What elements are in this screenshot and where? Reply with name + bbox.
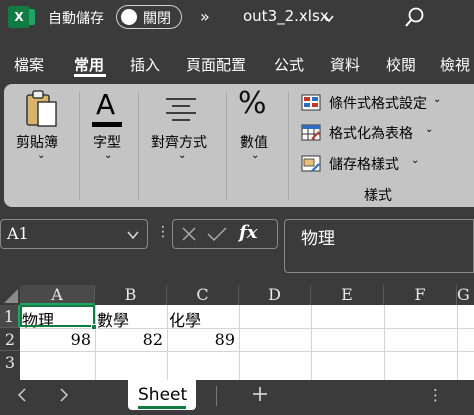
ribbon: 剪貼簿 ⌄ A 字型 ⌄ 對齊方式 ⌄ % 數值 ⌄ 條件式格式設定 ⌄ 格式化… [4,84,474,207]
column-header-g[interactable]: G [457,285,474,305]
conditional-formatting-label: 條件式格式設定 [329,96,427,112]
sheet-options[interactable]: ⋮ [428,386,443,404]
column-header-e[interactable]: E [311,285,384,305]
tab-view[interactable]: 檢視 [440,54,470,75]
align-center-icon [166,98,196,121]
more-commands-button[interactable]: » [200,7,210,26]
active-tab-indicator [74,74,106,77]
number-label: 數值 [240,135,268,151]
column-header-b[interactable]: B [95,285,167,305]
name-box[interactable]: A1 [0,219,148,249]
clipboard-icon [26,90,57,127]
gridline [20,328,474,329]
number-group[interactable]: % 數值 ⌄ [228,84,284,207]
toggle-knob [121,9,137,25]
plus-icon[interactable] [250,384,270,404]
gridline [311,305,312,380]
tab-review[interactable]: 校閱 [386,54,416,75]
chevron-right-icon[interactable] [58,388,70,402]
search-icon[interactable] [404,6,426,28]
title-bar: X 自動儲存 關閉 » out3_2.xlsx [0,0,474,36]
column-header-a[interactable]: A [20,285,95,305]
column-header-c[interactable]: C [167,285,239,305]
row-header-1[interactable]: 1 [0,305,20,328]
tab-data[interactable]: 資料 [330,54,360,75]
active-sheet-indicator [138,406,186,409]
autosave-label: 自動儲存 [48,11,104,27]
tab-divider [216,386,217,406]
cell-a2[interactable]: 98 [20,330,91,349]
row-header-2[interactable]: 2 [0,328,20,351]
cell-b2[interactable]: 82 [95,330,163,349]
column-header-f[interactable]: F [384,285,457,305]
chevron-down-icon: ⌄ [433,94,442,105]
clipboard-label: 剪貼簿 [16,135,58,151]
format-as-table-label: 格式化為表格 [329,126,413,142]
column-header-d[interactable]: D [239,285,311,305]
sheet-tab-label: Sheet [138,385,188,405]
ribbon-divider [226,92,227,200]
chevron-down-icon: ⌄ [178,150,187,161]
cell-styles-label: 儲存格樣式 [329,157,399,173]
cell-b1[interactable]: 數學 [97,307,129,331]
formula-bar-options[interactable]: ⋮ [156,224,170,240]
sheet-tab-bar: Sheet ⋮ [0,380,474,415]
sheet-tab[interactable]: Sheet [128,380,196,410]
select-all-corner[interactable] [0,285,20,305]
chevron-down-icon: ⌄ [37,150,46,161]
conditional-formatting-icon [301,94,321,111]
ribbon-divider [138,92,139,200]
gridline [239,305,240,380]
chevron-down-icon: ⌄ [425,124,434,135]
formula-controls: fx [172,219,278,249]
chevron-down-icon: ⌄ [251,150,260,161]
document-title[interactable]: out3_2.xlsx [243,7,329,25]
gridline [20,351,474,352]
font-group[interactable]: A 字型 ⌄ [84,84,136,207]
chevron-down-icon[interactable] [324,14,334,24]
row-header-3[interactable]: 3 [0,351,20,380]
styles-group-label: 樣式 [364,188,392,204]
cell-c2[interactable]: 89 [167,330,235,349]
font-color-bar [92,122,122,127]
chevron-left-icon[interactable] [16,388,28,402]
tab-insert[interactable]: 插入 [130,54,160,75]
spreadsheet-grid: A B C D E F G 1 2 3 物理 數學 化學 98 82 89 [0,285,474,380]
toggle-state-label: 關閉 [143,11,171,27]
cancel-icon[interactable] [181,226,197,242]
checkmark-icon[interactable] [207,226,227,242]
tab-formulas[interactable]: 公式 [274,54,304,75]
percent-icon: % [238,86,267,121]
tab-file[interactable]: 檔案 [14,54,44,75]
alignment-label: 對齊方式 [151,135,207,151]
gridline [457,305,458,380]
tab-home[interactable]: 常用 [74,54,104,75]
excel-icon: X [8,6,35,28]
chevron-down-icon: ⌄ [104,150,113,161]
clipboard-group[interactable]: 剪貼簿 ⌄ [4,84,78,207]
cell-c1[interactable]: 化學 [169,307,201,331]
chevron-down-icon[interactable] [127,230,139,240]
cell-styles-icon [301,155,321,172]
formula-input[interactable]: 物理 [284,219,474,273]
tab-page-layout[interactable]: 頁面配置 [186,54,246,75]
font-color-icon: A [96,88,116,121]
font-label: 字型 [93,135,121,151]
ribbon-divider [288,92,289,200]
insert-function-button[interactable]: fx [239,222,257,243]
autosave-toggle[interactable]: 關閉 [116,5,182,29]
fill-handle[interactable] [91,324,97,330]
active-cell-border [20,305,95,327]
chevron-down-icon: ⌄ [411,155,420,166]
alignment-group[interactable]: 對齊方式 ⌄ [140,84,224,207]
format-as-table-icon [301,124,321,141]
cell-area[interactable]: 物理 數學 化學 98 82 89 [20,305,474,380]
gridline [384,305,385,380]
formula-value: 物理 [301,229,335,249]
ribbon-divider [79,92,80,200]
ribbon-tabs: 檔案 常用 插入 頁面配置 公式 資料 校閱 檢視 [0,44,474,80]
name-box-value: A1 [7,224,29,243]
